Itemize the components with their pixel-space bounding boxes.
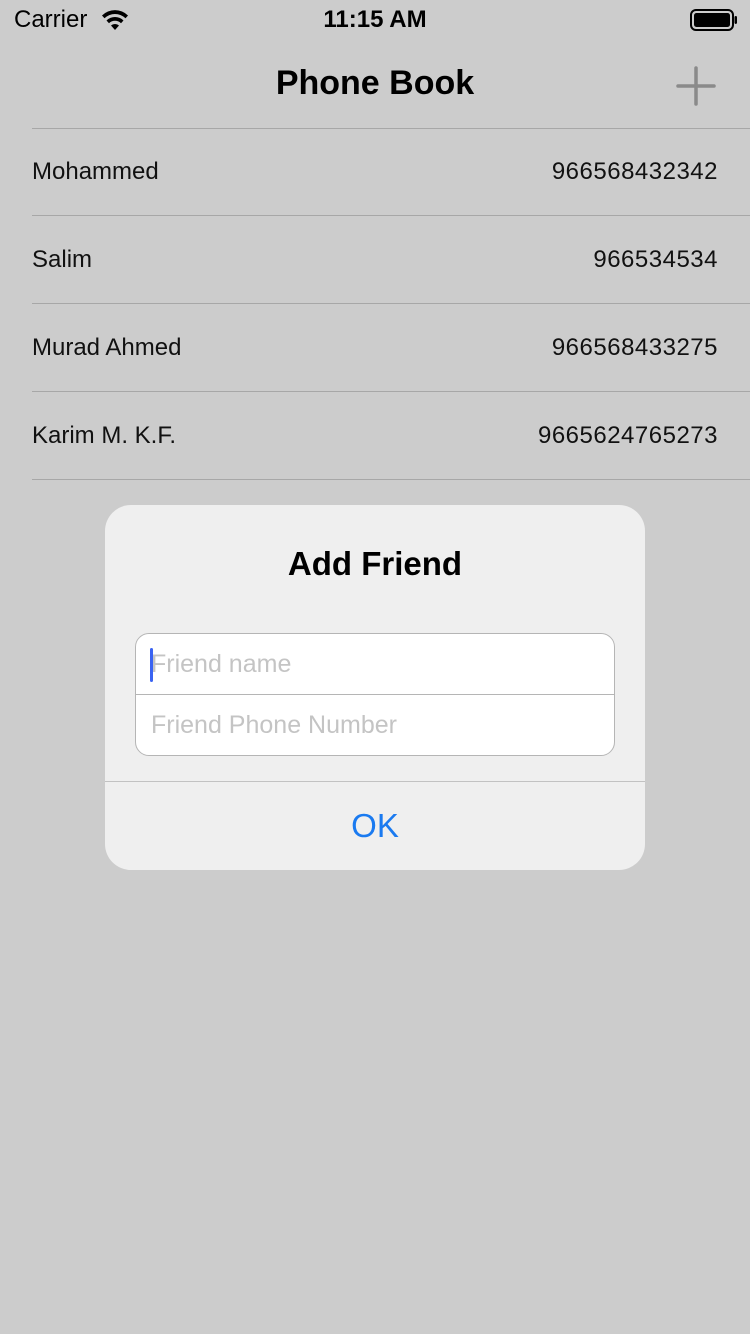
contact-name: Karim M. K.F.: [32, 422, 177, 449]
navigation-bar: Phone Book: [0, 40, 750, 128]
contact-name: Mohammed: [32, 158, 159, 185]
contact-phone: 966534534: [593, 246, 718, 273]
contact-phone: 966568433275: [551, 334, 718, 361]
text-cursor: [150, 648, 153, 682]
contact-phone: 966568432342: [551, 158, 718, 185]
page-title: Phone Book: [275, 64, 475, 102]
friend-name-input[interactable]: [136, 634, 614, 694]
status-bar: Carrier 11:15 AM: [0, 0, 750, 40]
add-contact-button[interactable]: [672, 62, 720, 110]
plus-icon: [676, 66, 716, 106]
table-row[interactable]: Mohammed 966568432342: [32, 128, 750, 216]
dialog-title: Add Friend: [287, 545, 463, 582]
contact-name: Murad Ahmed: [32, 334, 182, 361]
friend-phone-field-container: [136, 695, 614, 755]
contact-name: Salim: [32, 246, 93, 273]
friend-name-field-container: [136, 634, 614, 695]
phone-book-screen: Carrier 11:15 AM Phone Book Mohammed 966…: [0, 0, 750, 1334]
table-row[interactable]: Salim 966534534: [32, 216, 750, 304]
table-row[interactable]: Murad Ahmed 966568433275: [32, 304, 750, 392]
dialog-field-group: [135, 633, 615, 756]
friend-phone-input[interactable]: [136, 695, 614, 755]
add-friend-dialog: Add Friend OK: [105, 505, 645, 870]
contact-list: Mohammed 966568432342 Salim 966534534 Mu…: [0, 128, 750, 480]
battery-icon: [690, 9, 737, 31]
ok-button[interactable]: OK: [105, 782, 645, 870]
status-time: 11:15 AM: [323, 6, 427, 33]
table-row[interactable]: Karim M. K.F. 9665624765273: [32, 392, 750, 480]
contact-phone: 9665624765273: [537, 422, 718, 449]
